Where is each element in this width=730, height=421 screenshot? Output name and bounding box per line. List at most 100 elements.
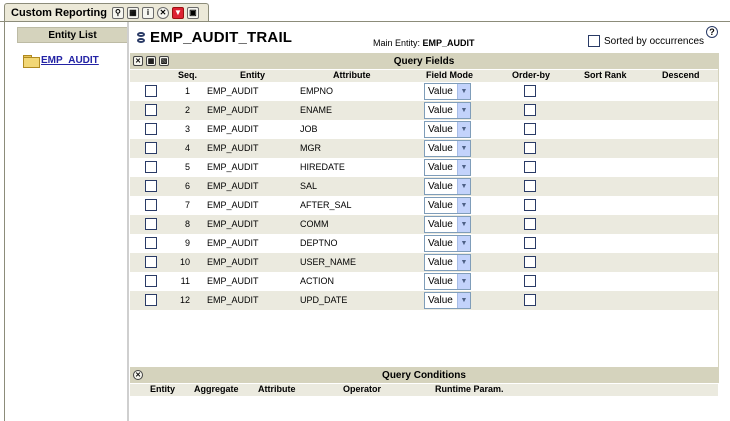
sorted-checkbox[interactable] xyxy=(588,35,600,47)
chevron-down-icon[interactable]: ▼ xyxy=(457,179,470,194)
field-mode-select[interactable]: Value ▼ xyxy=(424,235,471,252)
col-seq: Seq. xyxy=(178,70,198,80)
order-by-checkbox[interactable] xyxy=(524,294,536,306)
field-mode-select[interactable]: Value ▼ xyxy=(424,159,471,176)
chevron-down-icon[interactable]: ▼ xyxy=(457,198,470,213)
order-by-checkbox[interactable] xyxy=(524,199,536,211)
query-fields-rows: 1 EMP_AUDIT EMPNO Value ▼ 2 EMP_AUDIT ENAME Valu… xyxy=(130,82,718,310)
row-select-checkbox[interactable] xyxy=(145,275,157,287)
field-mode-select[interactable]: Value ▼ xyxy=(424,178,471,195)
row-seq: 12 xyxy=(179,295,190,305)
chevron-down-icon[interactable]: ▼ xyxy=(457,160,470,175)
panel-splitter[interactable] xyxy=(127,22,129,421)
order-by-checkbox[interactable] xyxy=(524,85,536,97)
row-select-checkbox[interactable] xyxy=(145,294,157,306)
tab-custom-reporting[interactable]: Custom Reporting ⚲ ▦ i ✕ ▼ ▣ xyxy=(4,3,209,22)
panel-edge xyxy=(718,53,719,383)
query-conditions-header: Entity Aggregate Attribute Operator Runt… xyxy=(130,384,718,396)
close-icon[interactable]: ✕ xyxy=(133,56,143,66)
field-mode-select[interactable]: Value ▼ xyxy=(424,83,471,100)
field-mode-value: Value xyxy=(428,181,453,192)
order-by-checkbox[interactable] xyxy=(524,218,536,230)
field-mode-select[interactable]: Value ▼ xyxy=(424,273,471,290)
col-field-mode: Field Mode xyxy=(426,70,473,80)
chevron-down-icon[interactable]: ▼ xyxy=(457,141,470,156)
field-mode-select[interactable]: Value ▼ xyxy=(424,216,471,233)
chevron-down-icon[interactable]: ▼ xyxy=(457,103,470,118)
field-mode-value: Value xyxy=(428,86,453,97)
clear-icon[interactable]: ▧ xyxy=(159,56,169,66)
row-select-checkbox[interactable] xyxy=(145,199,157,211)
order-by-checkbox[interactable] xyxy=(524,237,536,249)
field-mode-select[interactable]: Value ▼ xyxy=(424,121,471,138)
folder-icon xyxy=(23,55,40,68)
chevron-down-icon[interactable]: ▼ xyxy=(457,217,470,232)
chevron-down-icon[interactable]: ▼ xyxy=(457,84,470,99)
field-mode-select[interactable]: Value ▼ xyxy=(424,292,471,309)
chevron-down-icon[interactable]: ▼ xyxy=(457,255,470,270)
entity-link[interactable]: EMP_AUDIT xyxy=(41,55,99,66)
row-select-checkbox[interactable] xyxy=(145,85,157,97)
row-attribute: ENAME xyxy=(300,105,333,115)
row-attribute: ACTION xyxy=(300,276,335,286)
entity-list-item[interactable]: EMP_AUDIT xyxy=(23,49,99,68)
search-icon[interactable]: ⚲ xyxy=(111,7,124,19)
chevron-down-icon[interactable]: ▼ xyxy=(457,122,470,137)
row-seq: 9 xyxy=(184,238,190,248)
row-select-checkbox[interactable] xyxy=(145,237,157,249)
row-select-checkbox[interactable] xyxy=(145,180,157,192)
field-mode-select[interactable]: Value ▼ xyxy=(424,102,471,119)
save-icon[interactable]: ▦ xyxy=(126,7,139,19)
close-icon[interactable]: ✕ xyxy=(133,370,143,380)
row-entity: EMP_AUDIT xyxy=(207,124,259,134)
row-entity: EMP_AUDIT xyxy=(207,257,259,267)
chevron-down-icon[interactable]: ▼ xyxy=(457,236,470,251)
order-by-checkbox[interactable] xyxy=(524,256,536,268)
row-entity: EMP_AUDIT xyxy=(207,276,259,286)
row-select-checkbox[interactable] xyxy=(145,218,157,230)
sorted-option[interactable]: Sorted by occurrences xyxy=(588,35,704,47)
link-icon xyxy=(137,32,147,44)
row-entity: EMP_AUDIT xyxy=(207,162,259,172)
entity-list-panel: Entity List EMP_AUDIT xyxy=(5,22,128,421)
row-select-checkbox[interactable] xyxy=(145,123,157,135)
table-row: 7 EMP_AUDIT AFTER_SAL Value ▼ xyxy=(130,196,718,215)
field-mode-select[interactable]: Value ▼ xyxy=(424,140,471,157)
order-by-checkbox[interactable] xyxy=(524,161,536,173)
select-all-icon[interactable]: ▦ xyxy=(146,56,156,66)
row-seq: 6 xyxy=(184,181,190,191)
table-row: 9 EMP_AUDIT DEPTNO Value ▼ xyxy=(130,234,718,253)
col-descend: Descend xyxy=(662,70,700,80)
field-mode-select[interactable]: Value ▼ xyxy=(424,197,471,214)
order-by-checkbox[interactable] xyxy=(524,104,536,116)
order-by-checkbox[interactable] xyxy=(524,275,536,287)
row-select-checkbox[interactable] xyxy=(145,104,157,116)
down-arrow-icon[interactable]: ▼ xyxy=(171,7,184,19)
order-by-checkbox[interactable] xyxy=(524,180,536,192)
order-by-checkbox[interactable] xyxy=(524,123,536,135)
chevron-down-icon[interactable]: ▼ xyxy=(457,293,470,308)
table-row: 2 EMP_AUDIT ENAME Value ▼ xyxy=(130,101,718,120)
qc-col-aggregate: Aggregate xyxy=(194,384,239,394)
close-icon[interactable]: ✕ xyxy=(156,7,169,19)
row-entity: EMP_AUDIT xyxy=(207,181,259,191)
field-mode-value: Value xyxy=(428,105,453,116)
qc-col-runtime-param: Runtime Param. xyxy=(435,384,504,394)
order-by-checkbox[interactable] xyxy=(524,142,536,154)
row-seq: 10 xyxy=(179,257,190,267)
row-attribute: AFTER_SAL xyxy=(300,200,352,210)
row-select-checkbox[interactable] xyxy=(145,142,157,154)
info-icon[interactable]: i xyxy=(141,7,154,19)
window-icon[interactable]: ▣ xyxy=(186,7,199,19)
col-sort-rank: Sort Rank xyxy=(584,70,627,80)
field-mode-select[interactable]: Value ▼ xyxy=(424,254,471,271)
chevron-down-icon[interactable]: ▼ xyxy=(457,274,470,289)
row-select-checkbox[interactable] xyxy=(145,256,157,268)
table-row: 11 EMP_AUDIT ACTION Value ▼ xyxy=(130,272,718,291)
help-icon[interactable]: ? xyxy=(706,26,718,38)
row-entity: EMP_AUDIT xyxy=(207,295,259,305)
qc-col-operator: Operator xyxy=(343,384,382,394)
row-select-checkbox[interactable] xyxy=(145,161,157,173)
col-entity: Entity xyxy=(240,70,266,80)
table-row: 8 EMP_AUDIT COMM Value ▼ xyxy=(130,215,718,234)
